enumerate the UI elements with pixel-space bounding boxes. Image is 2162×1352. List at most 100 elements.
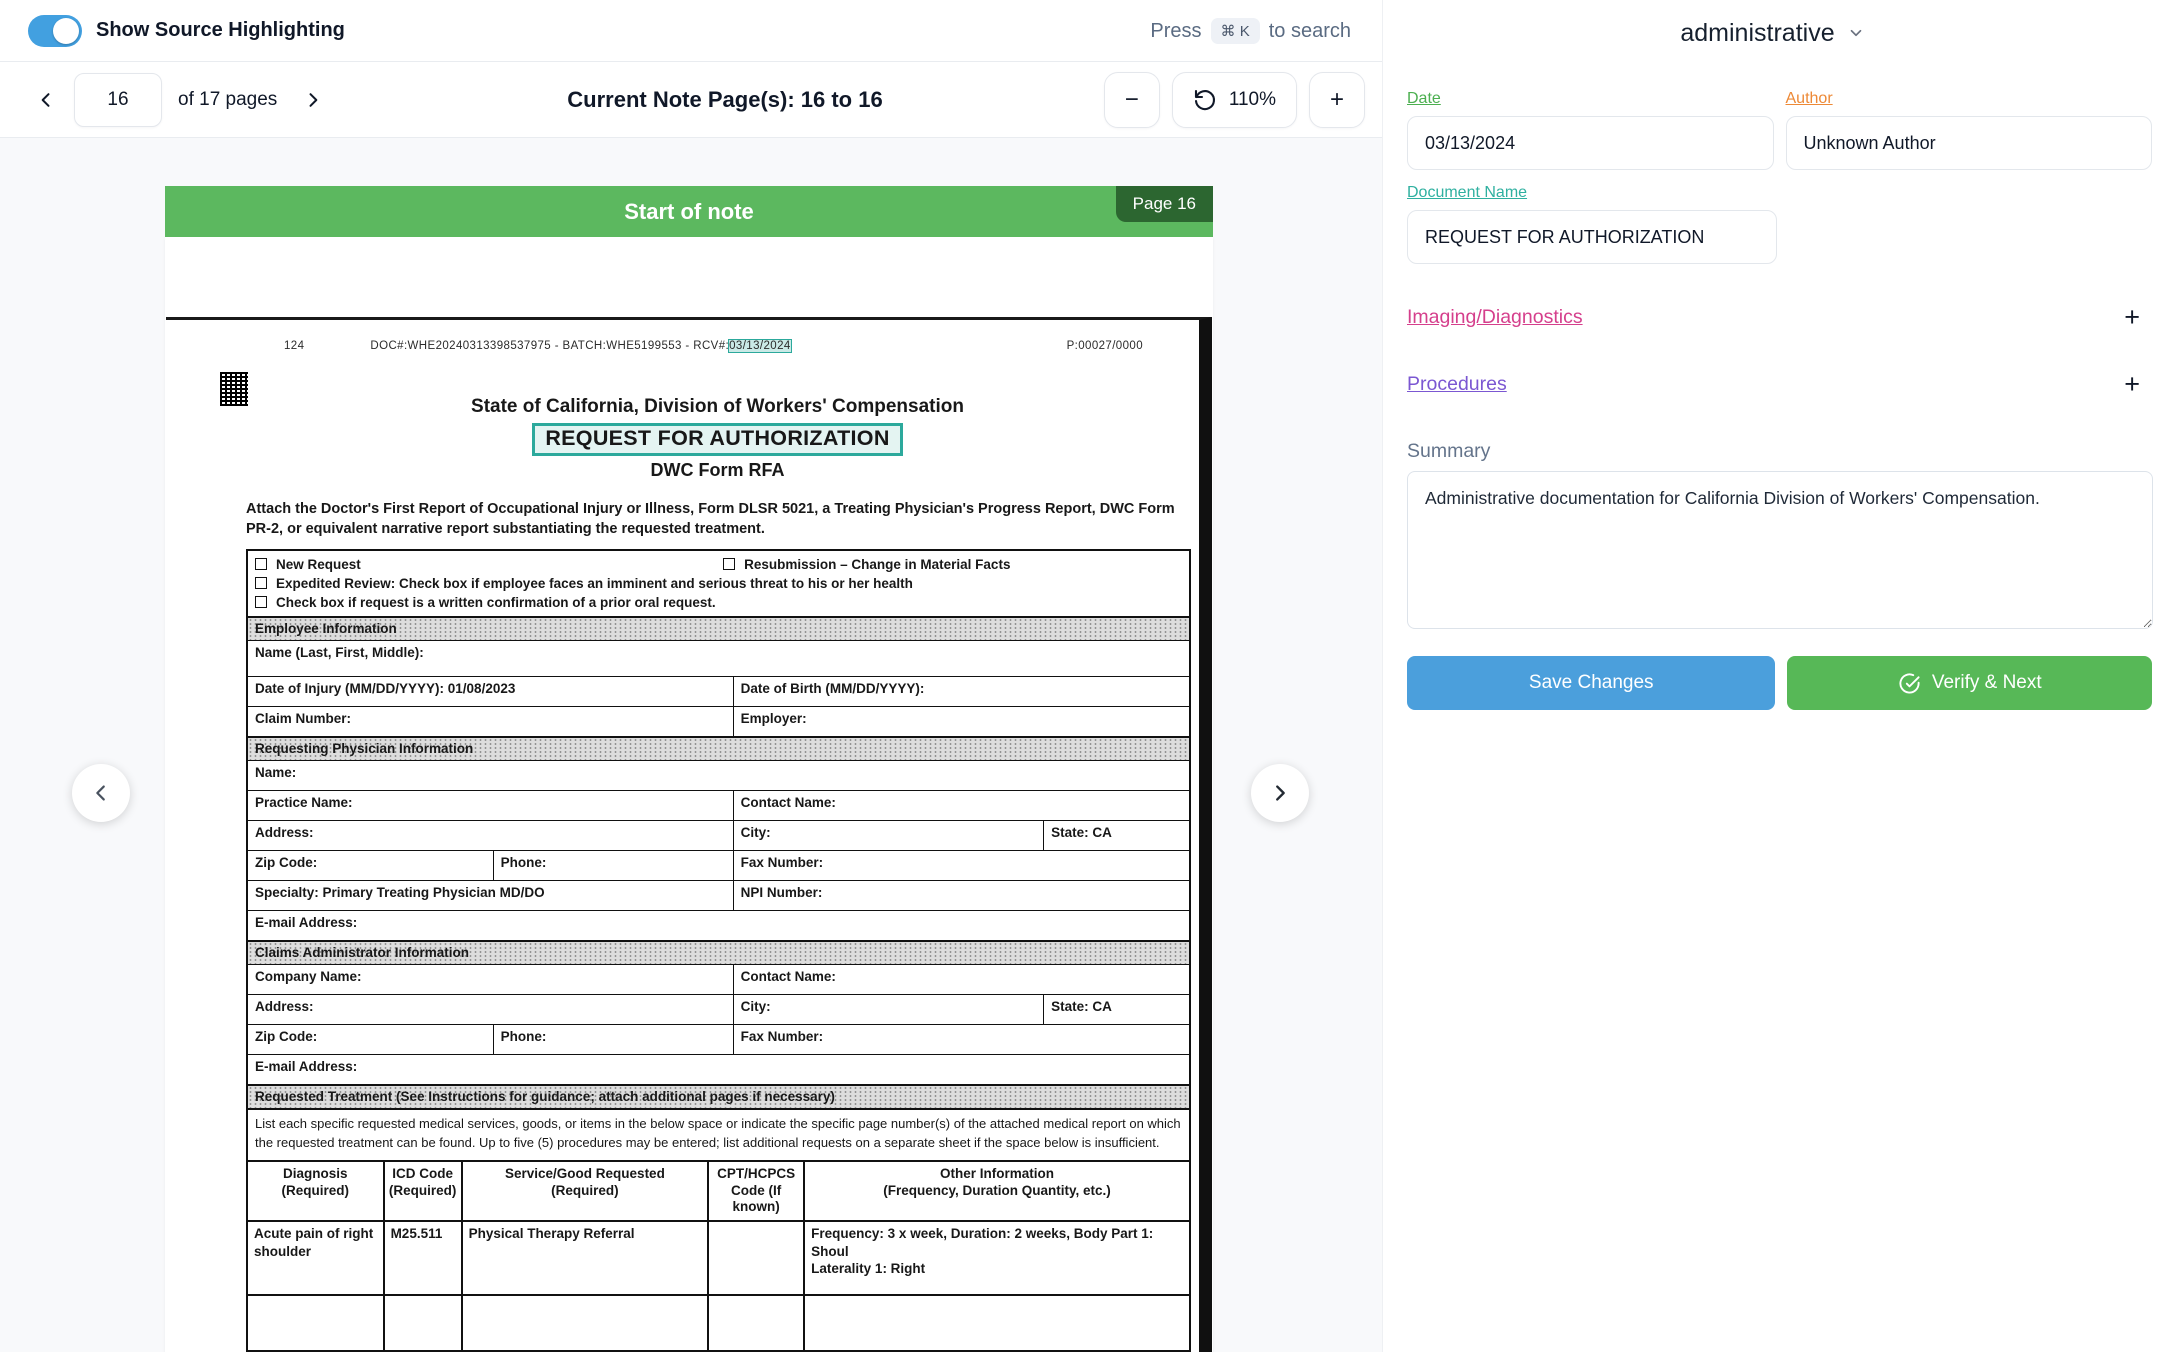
summary-textarea[interactable]: Administrative documentation for Califor… bbox=[1407, 471, 2153, 629]
form-title-state: State of California, Division of Workers… bbox=[246, 396, 1189, 418]
top-bar: Show Source Highlighting Press ⌘ K to se… bbox=[0, 0, 1382, 62]
specialty-value: Primary Treating Physician MD/DO bbox=[323, 885, 545, 900]
previous-page-button[interactable] bbox=[24, 78, 68, 122]
city-cell: City: bbox=[733, 821, 1044, 850]
attach-instructions-paragraph: Attach the Doctor's First Report of Occu… bbox=[246, 499, 1191, 539]
cpt-hcpcs-cell bbox=[707, 1222, 803, 1294]
imaging-diagnostics-link[interactable]: Imaging/Diagnostics bbox=[1407, 306, 1583, 329]
scanned-page: 124 DOC#:WHE20240313398537975 - BATCH:WH… bbox=[165, 237, 1213, 1352]
batch-print-ref: P:00027/0000 bbox=[1067, 340, 1143, 352]
chevron-down-icon bbox=[1847, 24, 1865, 42]
written-confirmation-label: Check box if request is a written confir… bbox=[276, 595, 716, 610]
checkbox-icon bbox=[255, 558, 267, 570]
resubmission-label: Resubmission – Change in Material Facts bbox=[744, 557, 1010, 572]
contact-name-cell: Contact Name: bbox=[733, 791, 1189, 820]
zip-cell: Zip Code: bbox=[248, 851, 493, 880]
procedures-row: Procedures + bbox=[1407, 371, 2152, 398]
state-cell: State: CA bbox=[1043, 995, 1189, 1024]
phone-cell: Phone: bbox=[493, 1025, 733, 1054]
page-badge: Page 16 bbox=[1116, 186, 1213, 222]
pagination-toolbar: of 17 pages Current Note Page(s): 16 to … bbox=[0, 62, 1382, 138]
page-number-input[interactable] bbox=[74, 73, 162, 127]
claim-number-cell: Claim Number: bbox=[248, 707, 733, 736]
add-imaging-button[interactable]: + bbox=[2124, 304, 2140, 331]
expedited-label: Expedited Review: Check box if employee … bbox=[276, 576, 913, 591]
batch-page-number: 124 bbox=[284, 340, 304, 352]
document-viewer-section: Show Source Highlighting Press ⌘ K to se… bbox=[0, 0, 1382, 1352]
action-buttons-row: Save Changes Verify & Next bbox=[1407, 656, 2152, 710]
date-input[interactable] bbox=[1407, 116, 1774, 170]
checkbox-row-resubmission: Resubmission – Change in Material Facts bbox=[723, 557, 1010, 572]
document-name-field-group: Document Name bbox=[1407, 170, 1777, 264]
scan-batch-line: 124 DOC#:WHE20240313398537975 - BATCH:WH… bbox=[246, 340, 1189, 352]
checkbox-row-written-confirmation: Check box if request is a written confir… bbox=[255, 593, 1182, 612]
checkbox-row-new-request: New Request Resubmission – Change in Mat… bbox=[255, 555, 1182, 574]
summary-label: Summary bbox=[1407, 440, 2152, 463]
rfa-form-grid: New Request Resubmission – Change in Mat… bbox=[246, 549, 1191, 1352]
state-label: State: bbox=[1051, 999, 1089, 1014]
physician-information-section-header: Requesting Physician Information bbox=[248, 736, 1189, 760]
service-good-cell: Physical Therapy Referral bbox=[461, 1222, 708, 1294]
city-cell: City: bbox=[733, 995, 1044, 1024]
zoom-in-button[interactable]: + bbox=[1309, 72, 1365, 128]
diagnosis-cell: Acute pain of right shoulder bbox=[248, 1222, 383, 1294]
treatment-table-row-1: Acute pain of right shoulder M25.511 Phy… bbox=[248, 1220, 1189, 1294]
form-title-highlighted: REQUEST FOR AUTHORIZATION bbox=[532, 423, 902, 456]
document-page-card: Start of note Page 16 124 DOC#:WHE202403… bbox=[165, 186, 1213, 1352]
state-value: CA bbox=[1092, 825, 1112, 840]
batch-ids-text: DOC#:WHE20240313398537975 - BATCH:WHE519… bbox=[370, 340, 729, 352]
add-procedure-button[interactable]: + bbox=[2124, 371, 2140, 398]
author-input[interactable] bbox=[1786, 116, 2153, 170]
physician-zip-phone-fax-row: Zip Code: Phone: Fax Number: bbox=[248, 850, 1189, 880]
zoom-out-button[interactable]: − bbox=[1104, 72, 1160, 128]
doi-value: 01/08/2023 bbox=[448, 681, 516, 696]
search-shortcut-hint[interactable]: Press ⌘ K to search bbox=[1150, 0, 1351, 62]
save-changes-button[interactable]: Save Changes bbox=[1407, 656, 1775, 710]
verify-next-button[interactable]: Verify & Next bbox=[1787, 656, 2152, 710]
new-request-label: New Request bbox=[276, 557, 361, 572]
form-title-dwc: DWC Form RFA bbox=[246, 460, 1189, 481]
next-page-button[interactable] bbox=[291, 78, 335, 122]
document-name-label-link[interactable]: Document Name bbox=[1407, 184, 1527, 202]
date-of-injury-cell: Date of Injury (MM/DD/YYYY): 01/08/2023 bbox=[248, 677, 733, 706]
state-label: State: bbox=[1051, 825, 1089, 840]
phone-cell: Phone: bbox=[493, 851, 733, 880]
current-note-pages-label: Current Note Page(s): 16 to 16 bbox=[567, 87, 882, 113]
document-name-input[interactable] bbox=[1407, 210, 1777, 264]
author-field-group: Author bbox=[1786, 76, 2153, 170]
date-of-birth-cell: Date of Birth (MM/DD/YYYY): bbox=[733, 677, 1189, 706]
zoom-controls: − 110% + bbox=[1104, 72, 1365, 128]
zoom-level-label: 110% bbox=[1229, 89, 1276, 111]
chevron-left-icon bbox=[36, 90, 56, 110]
doi-label: Date of Injury (MM/DD/YYYY): bbox=[255, 681, 444, 696]
physician-name-row: Name: bbox=[248, 760, 1189, 790]
employer-cell: Employer: bbox=[733, 707, 1189, 736]
document-type-dropdown[interactable]: administrative bbox=[1383, 0, 2162, 66]
specialty-label: Specialty: bbox=[255, 885, 319, 900]
panel-body: Date Author Document Name Imaging/Diagno… bbox=[1383, 66, 2162, 710]
specialty-npi-row: Specialty: Primary Treating Physician MD… bbox=[248, 880, 1189, 910]
checkbox-icon bbox=[255, 596, 267, 608]
claims-administrator-section-header: Claims Administrator Information bbox=[248, 940, 1189, 964]
annotation-panel: administrative Date Author Document Name… bbox=[1382, 0, 2162, 1352]
specialty-cell: Specialty: Primary Treating Physician MD… bbox=[248, 881, 733, 910]
icd-code-cell: M25.511 bbox=[383, 1222, 461, 1294]
date-author-row: Date Author bbox=[1407, 76, 2152, 170]
checkbox-row-expedited: Expedited Review: Check box if employee … bbox=[255, 574, 1182, 593]
zoom-reset-button[interactable]: 110% bbox=[1172, 72, 1297, 128]
date-label-link[interactable]: Date bbox=[1407, 90, 1441, 108]
source-highlighting-toggle[interactable] bbox=[28, 15, 82, 47]
author-label-link[interactable]: Author bbox=[1786, 90, 1833, 108]
address-cell: Address: bbox=[248, 995, 733, 1024]
search-hint-prefix: Press bbox=[1150, 20, 1201, 43]
procedures-link[interactable]: Procedures bbox=[1407, 373, 1507, 396]
requested-treatment-section-header: Requested Treatment (See Instructions fo… bbox=[248, 1084, 1189, 1108]
practice-name-cell: Practice Name: bbox=[248, 791, 733, 820]
check-circle-icon bbox=[1898, 672, 1921, 695]
document-canvas[interactable]: Start of note Page 16 124 DOC#:WHE202403… bbox=[0, 138, 1382, 1352]
rotate-ccw-reset-icon bbox=[1193, 88, 1217, 112]
next-document-arrow-button[interactable] bbox=[1251, 764, 1309, 822]
state-value: CA bbox=[1092, 999, 1112, 1014]
page-total-label: of 17 pages bbox=[178, 89, 277, 111]
previous-document-arrow-button[interactable] bbox=[72, 764, 130, 822]
